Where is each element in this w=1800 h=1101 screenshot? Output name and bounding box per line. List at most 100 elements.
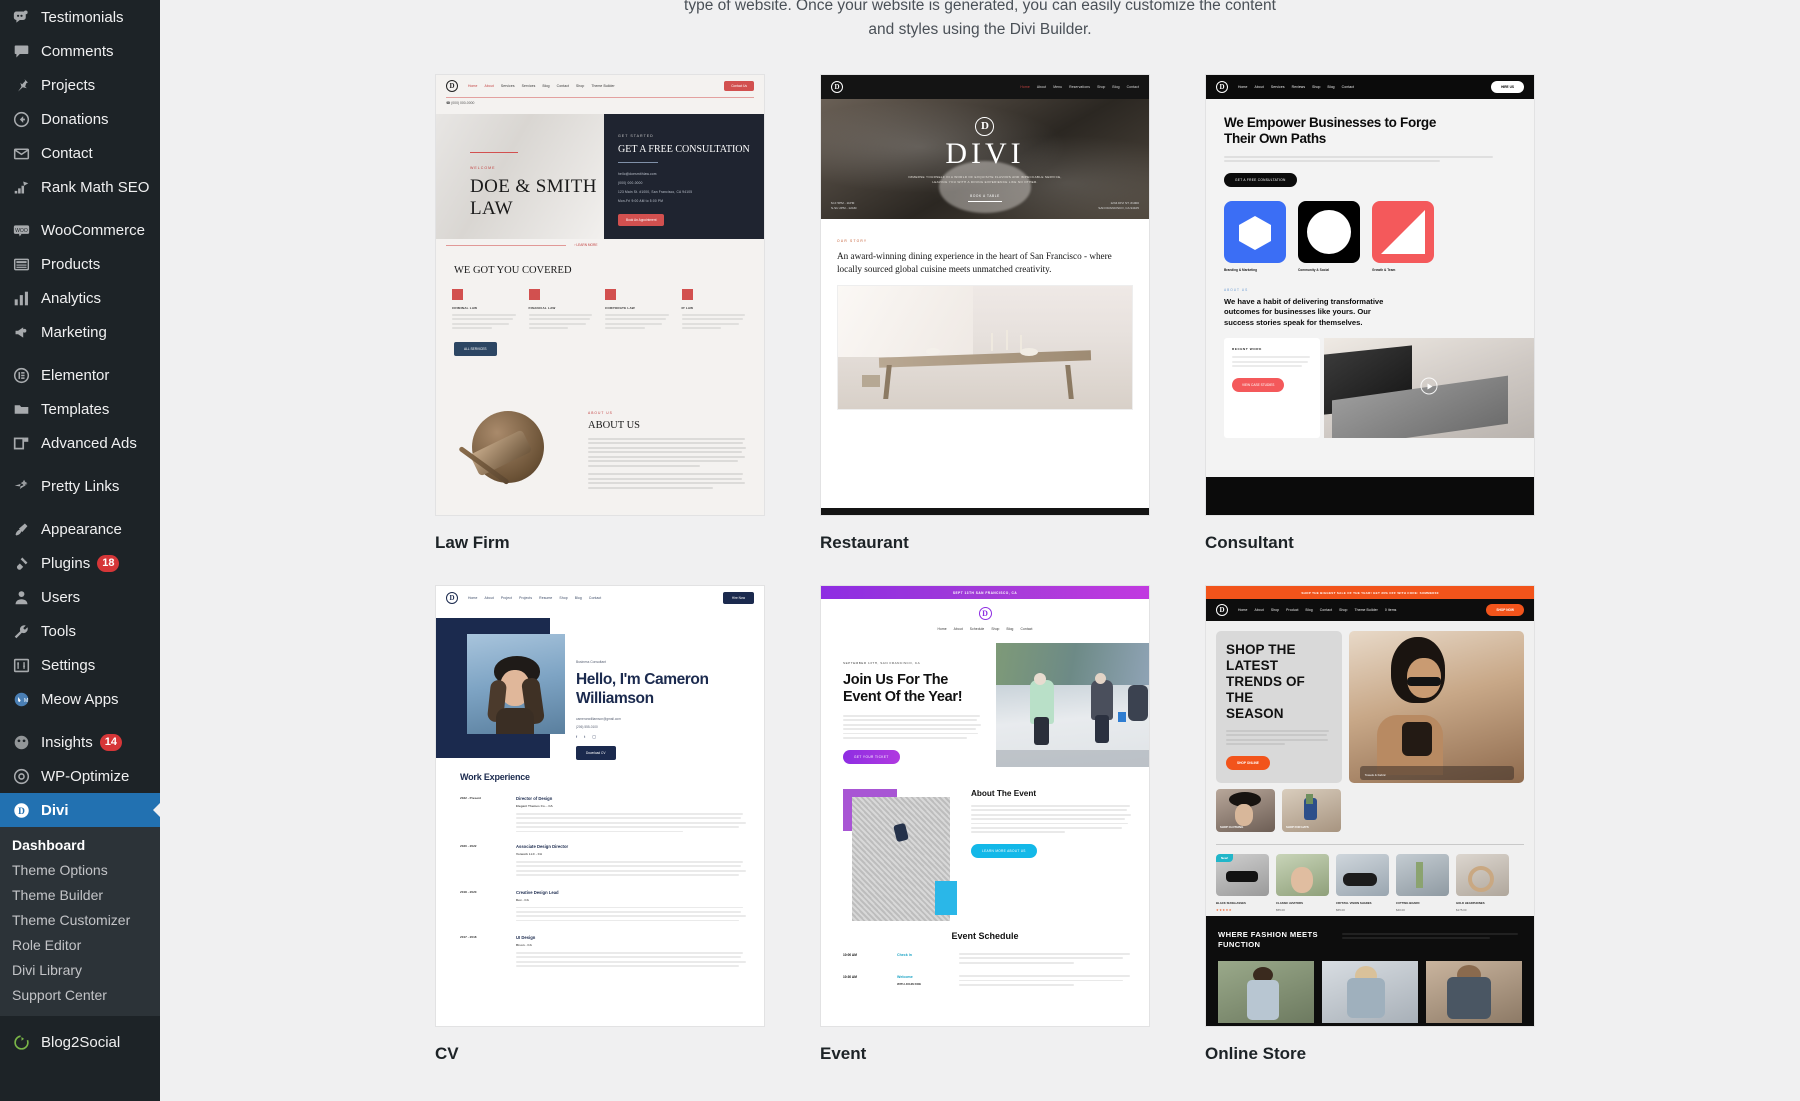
submenu-item-support-center[interactable]: Support Center bbox=[0, 983, 160, 1008]
sidebar-badge: 14 bbox=[99, 733, 122, 751]
mini-nav-link: Theme Builder bbox=[591, 84, 615, 88]
sidebar-item-appearance[interactable]: Appearance bbox=[0, 512, 160, 546]
sidebar-item-label: Rank Math SEO bbox=[41, 178, 150, 196]
feature-image: Towels & Fabric bbox=[1349, 631, 1524, 783]
plug-icon bbox=[10, 552, 32, 574]
divi-logo-icon: D bbox=[1216, 81, 1228, 93]
wrench-icon bbox=[10, 620, 32, 642]
sidebar-item-settings[interactable]: Settings bbox=[0, 648, 160, 682]
sidebar-item-insights[interactable]: Insights 14 bbox=[0, 725, 160, 759]
mini-nav-link: Shop bbox=[1097, 85, 1106, 89]
submenu-item-role-editor[interactable]: Role Editor bbox=[0, 933, 160, 958]
submenu-item-theme-options[interactable]: Theme Options bbox=[0, 858, 160, 883]
submenu-item-theme-customizer[interactable]: Theme Customizer bbox=[0, 908, 160, 933]
submenu-item-divi-library[interactable]: Divi Library bbox=[0, 958, 160, 983]
mini-nav-link: Home bbox=[468, 84, 478, 88]
active-arrow-indicator bbox=[153, 802, 160, 818]
sidebar-item-meow-apps[interactable]: M Meow Apps bbox=[0, 682, 160, 716]
layout-thumbnail[interactable]: D Home About Menu Reservations Shop Blog Conta… bbox=[820, 74, 1150, 516]
sidebar-item-projects[interactable]: Projects bbox=[0, 68, 160, 102]
layout-card-restaurant[interactable]: D Home About Menu Reservations Shop Blog Conta… bbox=[820, 74, 1150, 585]
donations-icon bbox=[10, 108, 32, 130]
layout-thumbnail[interactable]: D Home About Services Services Blog Contact Sh… bbox=[435, 74, 765, 516]
product-card: New! BLACK SUNGLASSES ★★★★★ $45.00 $32.0… bbox=[1216, 854, 1269, 919]
service-icon bbox=[528, 289, 540, 300]
product-image bbox=[1336, 854, 1389, 896]
folder-icon bbox=[10, 398, 32, 420]
layout-thumbnail[interactable]: SHOP THE BIGGEST SALE OF THE YEAR! GET 3… bbox=[1205, 585, 1535, 1027]
mini-nav-link: Shop bbox=[1270, 608, 1280, 612]
sidebar-item-comments[interactable]: Comments bbox=[0, 34, 160, 68]
sidebar-item-tools[interactable]: Tools bbox=[0, 614, 160, 648]
sidebar-item-templates[interactable]: Templates bbox=[0, 392, 160, 426]
sidebar-item-advanced-ads[interactable]: Advanced Ads bbox=[0, 426, 160, 460]
sidebar-item-testimonials[interactable]: Testimonials bbox=[0, 0, 160, 34]
intro-line-1: type of website. Once your website is ge… bbox=[684, 0, 1276, 14]
sidebar-item-contact[interactable]: Contact bbox=[0, 136, 160, 170]
layout-card-law-firm[interactable]: D Home About Services Services Blog Contact Sh… bbox=[435, 74, 765, 585]
sidebar-item-label: Contact bbox=[41, 144, 93, 162]
mini-nav-link: Contact bbox=[588, 596, 602, 600]
sidebar-item-woocommerce[interactable]: WOO WooCommerce bbox=[0, 213, 160, 247]
sidebar-item-wp-optimize[interactable]: WP-Optimize bbox=[0, 759, 160, 793]
sidebar-item-label: Settings bbox=[41, 656, 96, 674]
sidebar-item-label: Products bbox=[41, 255, 101, 273]
submenu-item-dashboard[interactable]: Dashboard bbox=[0, 833, 160, 858]
layout-card-cv[interactable]: D Home About Project Projects Resume Shop Blog… bbox=[435, 585, 765, 1096]
layout-thumbnail[interactable]: D Home About Services Reviews Shop Blog Contac… bbox=[1205, 74, 1535, 516]
divi-logo-icon: D bbox=[831, 81, 843, 93]
layout-label: Online Store bbox=[1205, 1044, 1307, 1063]
sidebar-item-pretty-links[interactable]: Pretty Links bbox=[0, 469, 160, 503]
layout-card-event[interactable]: SEPT 13TH SAN FRANCISCO, CA D Home About S… bbox=[820, 585, 1150, 1096]
sidebar-item-donations[interactable]: Donations bbox=[0, 102, 160, 136]
divi-logo-icon: D bbox=[975, 116, 995, 136]
user-icon bbox=[10, 586, 32, 608]
service-icon bbox=[452, 289, 463, 300]
mini-nav-link: Home bbox=[937, 627, 947, 631]
layout-label: Consultant bbox=[1205, 533, 1294, 552]
layout-label: Law Firm bbox=[435, 533, 510, 552]
mini-nav-link: Blog bbox=[542, 84, 550, 88]
mini-cta-button: Hire Now bbox=[722, 592, 754, 604]
mini-cta-button: Contact Us bbox=[724, 81, 754, 91]
sidebar-item-rank-math-seo[interactable]: Rank Math SEO bbox=[0, 170, 160, 204]
intro-line-2: and styles using the Divi Builder. bbox=[868, 21, 1092, 38]
experience-row: 2020 - 2022 Associate Design Director Vo… bbox=[460, 844, 748, 879]
sidebar-item-blog2social[interactable]: Blog2Social bbox=[0, 1025, 160, 1059]
mini-nav-link: Resume bbox=[539, 596, 553, 600]
svg-text:WOO: WOO bbox=[15, 227, 28, 233]
sidebar-item-elementor[interactable]: Elementor bbox=[0, 358, 160, 392]
sidebar-item-users[interactable]: Users bbox=[0, 580, 160, 614]
sidebar-item-plugins[interactable]: Plugins 18 bbox=[0, 546, 160, 580]
mini-nav-link: About bbox=[484, 84, 494, 88]
product-card: CLASSIC AVIATORS $55.00 bbox=[1276, 854, 1329, 919]
mini-nav-link: Shop bbox=[576, 84, 585, 88]
mini-nav-link: Blog bbox=[1112, 85, 1120, 89]
layout-thumbnail[interactable]: D Home About Project Projects Resume Shop Blog… bbox=[435, 585, 765, 1027]
mini-hero-button: GET A FREE CONSULTATION bbox=[1224, 172, 1297, 187]
mini-nav-link: Shop bbox=[559, 596, 568, 600]
mini-nav-link: Theme Builder bbox=[1354, 608, 1378, 612]
sidebar-item-label: Projects bbox=[41, 76, 96, 94]
mini-about-button: LEARN MORE ABOUT US bbox=[971, 843, 1037, 858]
sidebar-item-label: Elementor bbox=[41, 366, 110, 384]
layout-card-consultant[interactable]: D Home About Services Reviews Shop Blog Contac… bbox=[1205, 74, 1535, 585]
sidebar-item-marketing[interactable]: Marketing bbox=[0, 315, 160, 349]
sidebar-item-divi[interactable]: D Divi bbox=[0, 793, 160, 827]
sidebar-item-label: Plugins bbox=[41, 554, 91, 572]
sidebar-item-products[interactable]: Products bbox=[0, 247, 160, 281]
sidebar-item-label: Templates bbox=[41, 400, 110, 418]
mini-nav-link: Home bbox=[1238, 608, 1248, 612]
mini-nav-link: 0 items bbox=[1384, 608, 1397, 612]
sidebar-item-analytics[interactable]: Analytics bbox=[0, 281, 160, 315]
submenu-item-theme-builder[interactable]: Theme Builder bbox=[0, 883, 160, 908]
mini-cta-button: SHOP NOW bbox=[1486, 604, 1524, 616]
layout-label: Event bbox=[820, 1044, 867, 1063]
brush-icon bbox=[10, 518, 32, 540]
layout-thumbnail[interactable]: SEPT 13TH SAN FRANCISCO, CA D Home About S… bbox=[820, 585, 1150, 1027]
mini-nav-link: Blog bbox=[1305, 608, 1313, 612]
service-icon bbox=[681, 289, 693, 300]
layout-card-online-store[interactable]: SHOP THE BIGGEST SALE OF THE YEAR! GET 3… bbox=[1205, 585, 1535, 1096]
mini-site-cv: D Home About Project Projects Resume Shop Blog… bbox=[436, 586, 764, 1026]
mini-hero-button: GET YOUR TICKET bbox=[843, 750, 900, 765]
